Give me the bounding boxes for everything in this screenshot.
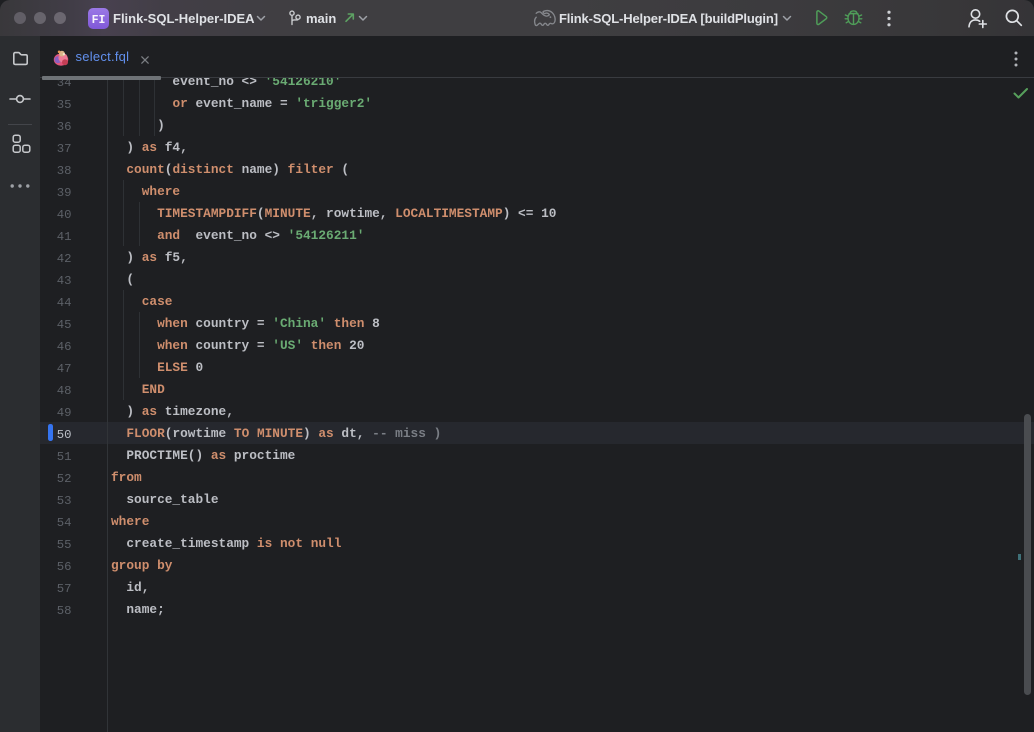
svg-text:FI: FI <box>92 14 106 27</box>
